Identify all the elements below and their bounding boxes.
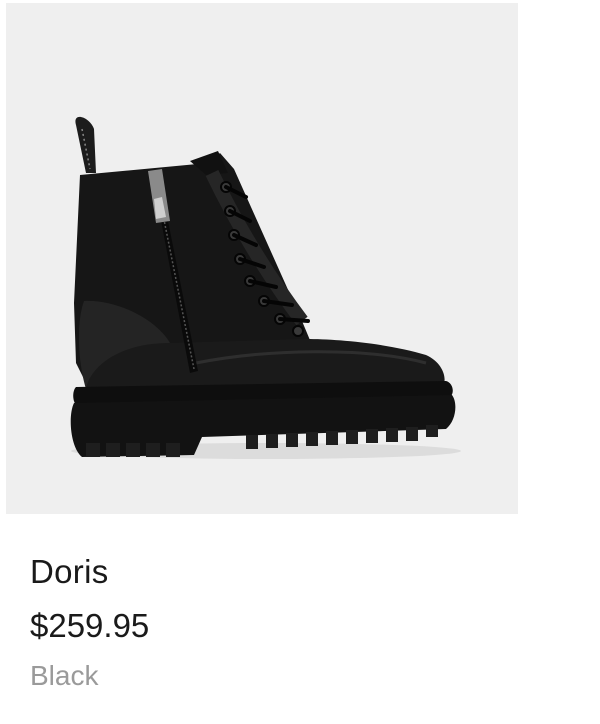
product-color: Black [30, 660, 99, 691]
product-image[interactable] [6, 3, 518, 514]
product-name[interactable]: Doris [30, 552, 109, 592]
product-price: $259.95 [30, 607, 150, 644]
product-card[interactable]: Doris $259.95 Black [0, 0, 600, 724]
boot-image-icon [70, 116, 461, 459]
